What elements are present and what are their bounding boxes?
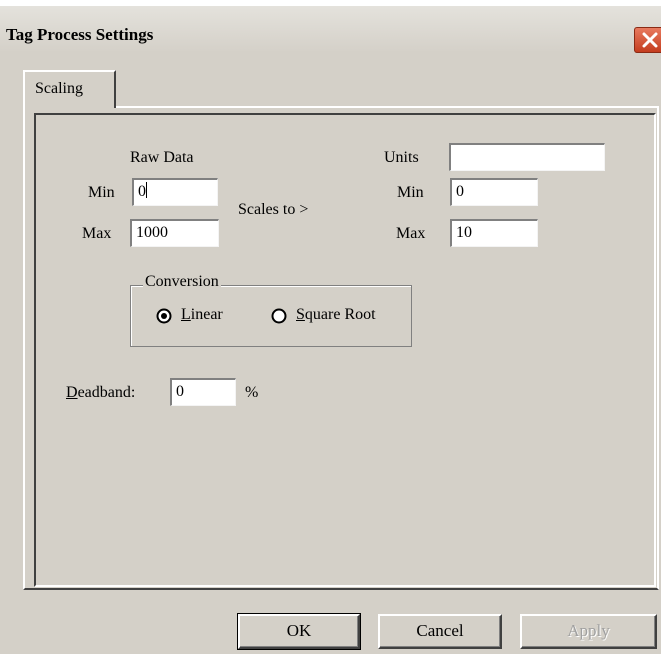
- deadband-label: Deadband:: [66, 384, 135, 402]
- raw-max-input[interactable]: 1000: [130, 219, 219, 247]
- linear-label[interactable]: Linear: [181, 306, 223, 324]
- close-icon: [642, 32, 658, 48]
- tab-scaling-label: Scaling: [35, 80, 83, 97]
- scaled-min-label: Min: [397, 184, 424, 201]
- units-label: Units: [384, 149, 419, 166]
- scaled-max-input[interactable]: 10: [450, 219, 538, 247]
- title-bar[interactable]: Tag Process Settings: [0, 6, 661, 53]
- deadband-input[interactable]: 0: [170, 378, 236, 406]
- units-input[interactable]: [449, 143, 605, 171]
- deadband-label-rest: eadband:: [77, 384, 136, 401]
- raw-min-label: Min: [88, 184, 115, 201]
- raw-min-input[interactable]: 0: [132, 178, 218, 206]
- raw-data-heading: Raw Data: [130, 149, 194, 166]
- ok-button[interactable]: OK: [237, 613, 361, 650]
- square-root-label[interactable]: Square Root: [296, 306, 376, 324]
- close-button[interactable]: [634, 27, 661, 53]
- square-root-label-rest: quare Root: [304, 306, 376, 323]
- linear-radio[interactable]: [156, 308, 172, 324]
- raw-min-value: 0: [138, 183, 146, 200]
- raw-max-label: Max: [82, 225, 112, 242]
- scales-to-label: Scales to >: [238, 201, 309, 218]
- cancel-button[interactable]: Cancel: [378, 614, 502, 649]
- window-title: Tag Process Settings: [6, 25, 154, 44]
- square-root-radio[interactable]: [271, 308, 287, 324]
- scaling-panel: [34, 113, 656, 587]
- text-caret: [146, 182, 147, 198]
- deadband-access-key: D: [66, 384, 78, 401]
- conversion-legend: Conversion: [143, 273, 221, 291]
- tab-scaling[interactable]: Scaling: [23, 70, 116, 108]
- linear-access-key: L: [181, 306, 191, 323]
- square-root-access-key: S: [296, 306, 305, 323]
- apply-button[interactable]: Apply: [520, 614, 657, 649]
- scaled-min-input[interactable]: 0: [450, 178, 538, 206]
- scaled-max-label: Max: [396, 225, 426, 242]
- deadband-percent: %: [245, 384, 259, 401]
- linear-label-rest: inear: [190, 306, 223, 323]
